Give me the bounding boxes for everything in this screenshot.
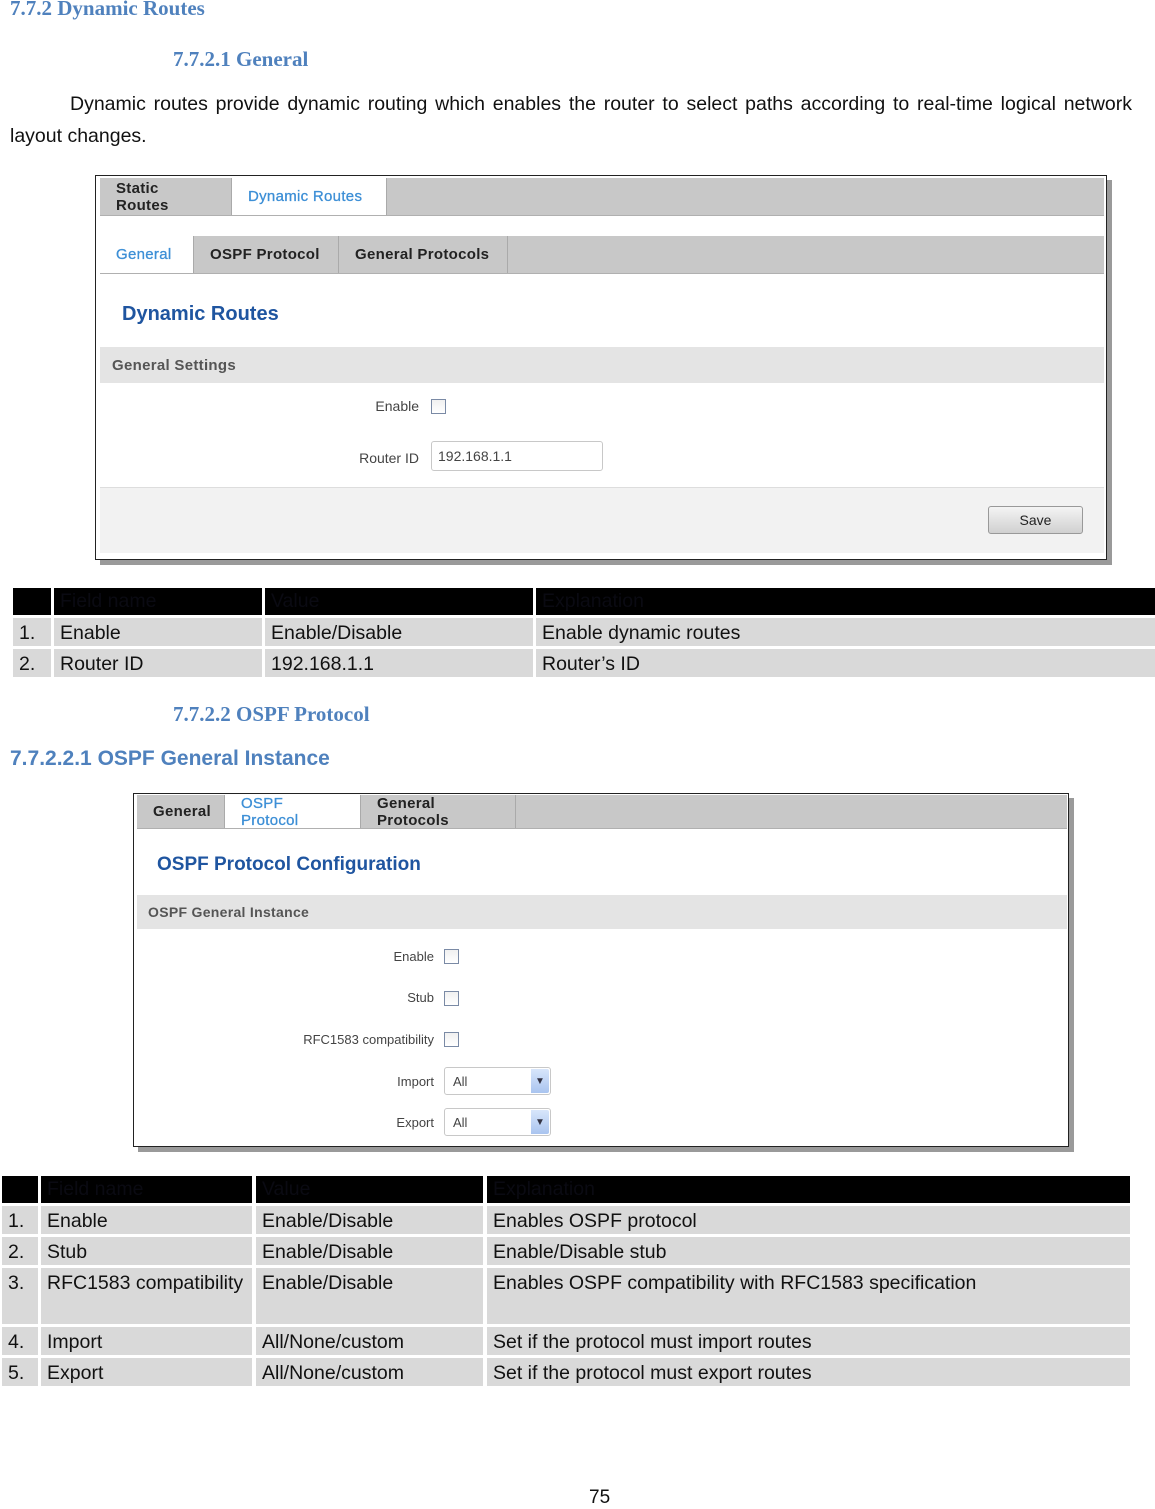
enable-checkbox[interactable] (444, 949, 459, 964)
ospf-protocol-screenshot: General OSPF Protocol General Protocols … (133, 793, 1069, 1147)
heading-7-7-2-2: 7.7.2.2 OSPF Protocol (173, 702, 370, 726)
table-cell: Enable (41, 1206, 252, 1234)
table-cell: 192.168.1.1 (265, 649, 533, 677)
rfc1583-checkbox[interactable] (444, 1032, 459, 1047)
table-cell: Enable (54, 618, 262, 646)
table-header-cell: Value (256, 1176, 483, 1203)
stub-label: Stub (407, 990, 434, 1005)
table-header-cell: Value (265, 588, 533, 615)
dynamic-routes-screenshot: Static Routes Dynamic Routes General OSP… (95, 175, 1107, 560)
export-select[interactable]: All ▼ (444, 1108, 551, 1136)
table-cell: Router ID (54, 649, 262, 677)
table-cell: Import (41, 1327, 252, 1355)
table-cell: Enable/Disable (256, 1206, 483, 1234)
table-cell: 3. (2, 1268, 38, 1324)
tab-ospf-protocol[interactable]: OSPF Protocol (194, 236, 339, 273)
sub-tab-bar: General OSPF Protocol General Protocols (100, 236, 1104, 274)
enable-checkbox[interactable] (431, 399, 446, 414)
table-cell: Enable/Disable (265, 618, 533, 646)
tab-dynamic-routes[interactable]: Dynamic Routes (232, 178, 387, 215)
table-cell: 1. (13, 618, 51, 646)
table-header-cell: Explanation (536, 588, 1155, 615)
enable-label: Enable (375, 398, 419, 414)
stub-checkbox[interactable] (444, 991, 459, 1006)
page-title: OSPF Protocol Configuration (157, 854, 421, 875)
table-header-cell (13, 588, 51, 615)
table-cell: All/None/custom (256, 1358, 483, 1386)
import-value: All (453, 1073, 468, 1089)
table-cell: Enable/Disable stub (487, 1237, 1130, 1265)
router-id-label: Router ID (359, 450, 419, 466)
tab-ospf-protocol[interactable]: OSPF Protocol (225, 794, 361, 829)
table-cell: Enable/Disable (256, 1268, 483, 1324)
table-header-cell: Explanation (487, 1176, 1130, 1203)
heading-7-7-2: 7.7.2 Dynamic Routes (10, 0, 205, 20)
page-title: Dynamic Routes (122, 303, 279, 325)
table-header-cell: Field name (41, 1176, 252, 1203)
import-select[interactable]: All ▼ (444, 1067, 551, 1095)
tab-general-protocols[interactable]: General Protocols (361, 795, 516, 829)
export-value: All (453, 1114, 468, 1130)
heading-7-7-2-2-1: 7.7.2.2.1 OSPF General Instance (10, 747, 330, 770)
table-cell: Enable dynamic routes (536, 618, 1155, 646)
table-header-cell (2, 1176, 38, 1203)
tab-general[interactable]: General (137, 795, 225, 828)
tab-general-protocols[interactable]: General Protocols (339, 236, 508, 273)
table-header-cell: Field name (54, 588, 262, 615)
section-header: General Settings (100, 347, 1104, 383)
table-cell: 2. (2, 1237, 38, 1265)
tab-static-routes[interactable]: Static Routes (100, 178, 232, 215)
enable-label: Enable (393, 949, 434, 964)
table-cell: 1. (2, 1206, 38, 1234)
import-label: Import (397, 1074, 434, 1089)
top-tab-bar: Static Routes Dynamic Routes (100, 178, 1104, 216)
table-cell: Router’s ID (536, 649, 1155, 677)
table-cell: Stub (41, 1237, 252, 1265)
table-cell: Set if the protocol must export routes (487, 1358, 1130, 1386)
intro-paragraph: Dynamic routes provide dynamic routing w… (10, 93, 1132, 147)
table-cell: Enables OSPF protocol (487, 1206, 1130, 1234)
table-cell: Enables OSPF compatibility with RFC1583 … (487, 1268, 1130, 1324)
page-number: 75 (589, 1487, 611, 1508)
table-cell: RFC1583 compatibility (41, 1268, 252, 1324)
section-header: OSPF General Instance (137, 895, 1067, 929)
chevron-down-icon: ▼ (531, 1069, 549, 1093)
tab-general[interactable]: General (100, 236, 194, 273)
heading-7-7-2-1: 7.7.2.1 General (173, 47, 309, 71)
table-cell: 5. (2, 1358, 38, 1386)
router-id-input[interactable]: 192.168.1.1 (431, 441, 603, 471)
export-label: Export (396, 1115, 434, 1130)
table-cell: Export (41, 1358, 252, 1386)
table-cell: All/None/custom (256, 1327, 483, 1355)
save-button[interactable]: Save (988, 506, 1083, 534)
table-cell: Enable/Disable (256, 1237, 483, 1265)
table-cell: 2. (13, 649, 51, 677)
rfc1583-label: RFC1583 compatibility (303, 1032, 434, 1047)
tab-bar: General OSPF Protocol General Protocols (137, 794, 1067, 829)
table-cell: 4. (2, 1327, 38, 1355)
form-footer: Save (100, 487, 1104, 553)
table-cell: Set if the protocol must import routes (487, 1327, 1130, 1355)
chevron-down-icon: ▼ (531, 1110, 549, 1134)
